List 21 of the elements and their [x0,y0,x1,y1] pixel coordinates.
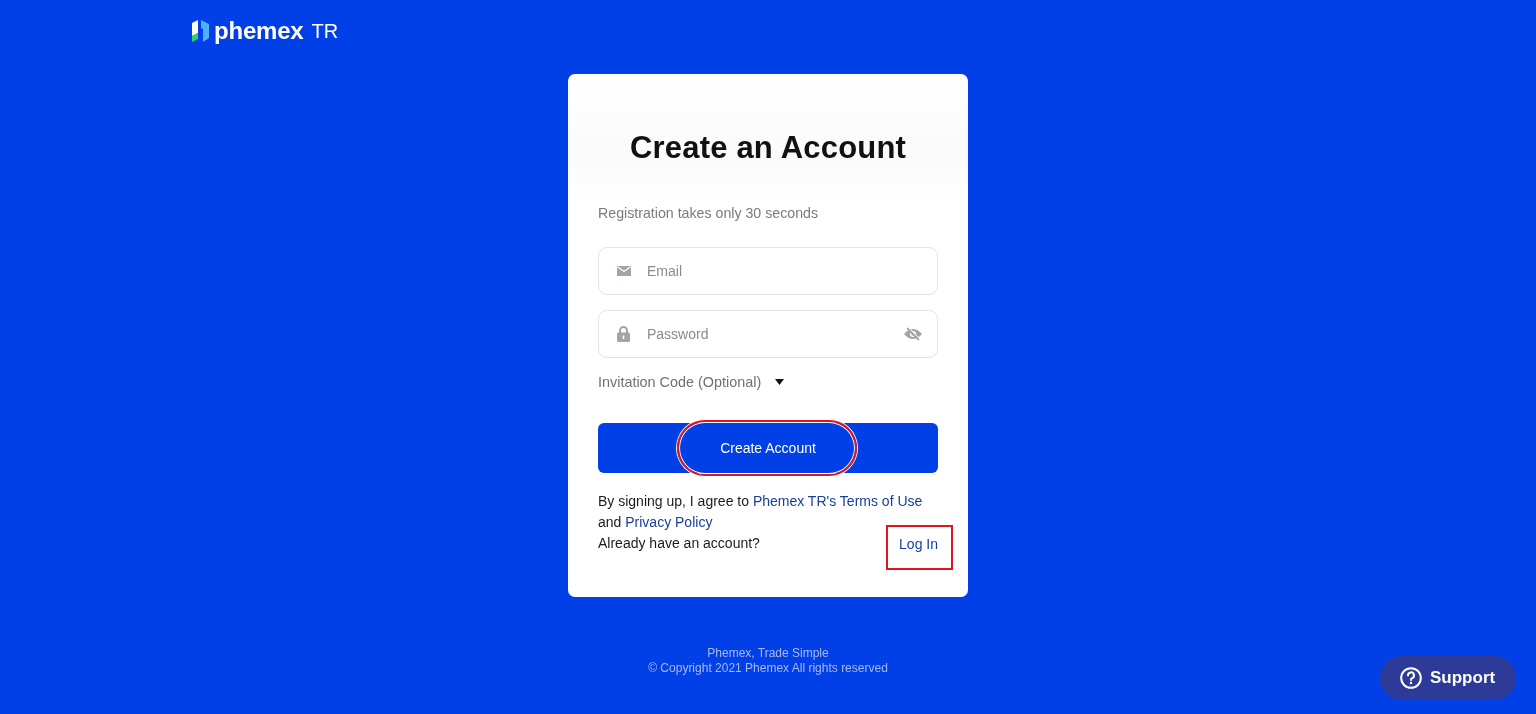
lock-icon [617,326,630,342]
invitation-code-toggle[interactable]: Invitation Code (Optional) [598,373,762,391]
create-account-button[interactable]: Create Account [598,423,938,473]
terms-notice: By signing up, I agree to Phemex TR's Terms of Use and Privacy Policy [598,492,924,532]
caret-down-icon[interactable] [775,379,785,385]
subtitle: Registration takes only 30 seconds [598,204,820,222]
envelope-icon [617,266,631,276]
email-field[interactable]: Email [598,247,938,295]
password-field[interactable]: Password [598,310,938,358]
page-title: Create an Account [628,130,908,166]
login-link[interactable]: Log In [899,536,938,553]
footer-text: © Copyright 2021 Phemex All rights reserved [648,661,888,676]
question-circle-icon [1400,667,1422,689]
login-prompt: Already have an account? [598,534,760,553]
brand-suffix: TR [311,19,339,43]
terms-link[interactable]: Privacy Policy [625,514,713,530]
footer-text: Phemex, Trade Simple [707,646,829,661]
logo-icon [192,20,209,42]
terms-link[interactable]: Phemex TR's Terms of Use [752,493,923,509]
support-button[interactable]: Support [1380,656,1516,700]
brand-name: phemex [214,19,304,43]
